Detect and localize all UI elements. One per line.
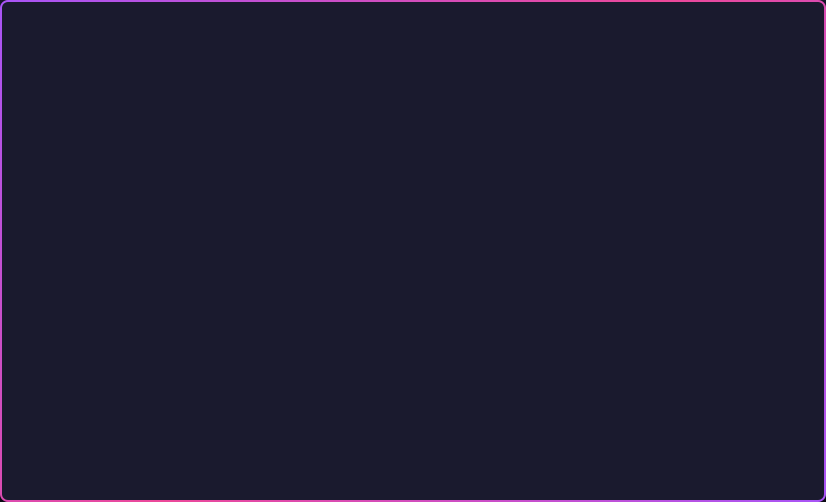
dialog: Select Dubbing Parameters ✕ What's the l… bbox=[173, 90, 653, 449]
voice-avatar-nancy bbox=[209, 280, 237, 308]
voice-play-bella[interactable]: ≋ bbox=[609, 342, 617, 353]
user-button[interactable]: 👤 bbox=[698, 7, 723, 28]
buy-now-label: Buy Now bbox=[587, 12, 631, 24]
refresh-button[interactable]: ↺ bbox=[673, 7, 693, 28]
language-field-label: What's the language of this title? bbox=[198, 148, 628, 163]
close-button[interactable]: ✕ bbox=[794, 7, 814, 28]
title-bar-left: doproj bbox=[12, 10, 52, 25]
ok-button[interactable]: OK bbox=[324, 391, 399, 424]
filter-tab-all[interactable]: All bbox=[198, 241, 230, 259]
language-select[interactable]: English (US) English (UK) Spanish French… bbox=[198, 169, 628, 202]
filter-tab-news[interactable]: News bbox=[409, 241, 457, 259]
voice-name-label: Voice Name: bbox=[198, 218, 628, 233]
voice-avatar-bob bbox=[323, 280, 351, 308]
voice-name-alex: Alex bbox=[465, 341, 495, 355]
app-logo: doproj bbox=[12, 10, 52, 25]
language-select-wrapper: English (US) English (UK) Spanish French… bbox=[198, 169, 628, 202]
voice-avatar-dave bbox=[431, 280, 459, 308]
separator: | bbox=[730, 9, 742, 27]
voice-play-bob[interactable]: ≋ bbox=[392, 288, 400, 299]
buy-now-icon: 🛒 bbox=[569, 11, 583, 24]
voice-card-alex[interactable]: Alex ≋ bbox=[420, 325, 520, 371]
voice-play-alex[interactable]: ≋ bbox=[501, 342, 509, 353]
modal-overlay: Select Dubbing Parameters ✕ What's the l… bbox=[0, 36, 826, 502]
mail-button[interactable]: ✉ bbox=[647, 7, 667, 28]
minimize-button[interactable]: ─ bbox=[748, 8, 766, 28]
voice-card-bella[interactable]: Bella ≋ bbox=[528, 325, 628, 371]
title-bar: doproj 🛒 Buy Now ✉ ↺ 👤 | ─ □ ✕ bbox=[0, 0, 826, 36]
cancel-button[interactable]: Cancel bbox=[411, 391, 501, 424]
voice-avatar-lili bbox=[539, 280, 567, 308]
voice-name-lili: Lili bbox=[573, 287, 603, 301]
voice-name-james: James bbox=[243, 341, 278, 355]
voice-card-dave[interactable]: Dave ≋ bbox=[420, 271, 520, 317]
voice-avatar-bella bbox=[539, 334, 567, 362]
voice-name-dave: Dave bbox=[465, 287, 495, 301]
voice-play-dave[interactable]: ≋ bbox=[501, 288, 509, 299]
maximize-button[interactable]: □ bbox=[772, 8, 788, 28]
voice-avatar-james bbox=[209, 334, 237, 362]
voice-avatar-alex bbox=[431, 334, 459, 362]
voice-name-bella: Bella bbox=[573, 341, 603, 355]
dialog-close-button[interactable]: ✕ bbox=[623, 107, 636, 127]
voice-play-james[interactable]: ≋ bbox=[284, 342, 292, 353]
voice-play-nancy[interactable]: ≋ bbox=[284, 288, 292, 299]
voice-card-bob[interactable]: Bob ≋ bbox=[312, 271, 412, 317]
voice-card-nancy[interactable]: Nancy ≋ bbox=[198, 271, 304, 317]
main-area: ↑ Export Subtitle Auto subitles ← Text S… bbox=[0, 36, 826, 502]
voice-card-mike[interactable]: Mike ≋ bbox=[312, 325, 412, 371]
voice-filter-tabs: All Educational Social Media News Narrat… bbox=[198, 241, 628, 259]
voice-name-bob: Bob bbox=[357, 287, 387, 301]
title-bar-right: 🛒 Buy Now ✉ ↺ 👤 | ─ □ ✕ bbox=[559, 7, 814, 28]
voice-name-mike: Mike bbox=[357, 341, 387, 355]
dialog-buttons: OK Cancel bbox=[198, 391, 628, 424]
voice-play-mike[interactable]: ≋ bbox=[392, 342, 400, 353]
filter-tab-educational[interactable]: Educational bbox=[236, 241, 314, 259]
voice-card-james[interactable]: James ≋ bbox=[198, 325, 304, 371]
voice-card-lili[interactable]: Lili ≋ bbox=[528, 271, 628, 317]
voice-name-nancy: Nancy bbox=[243, 287, 278, 301]
voice-play-lili[interactable]: ≋ bbox=[609, 288, 617, 299]
dialog-title: Select Dubbing Parameters bbox=[198, 115, 628, 132]
buy-now-button[interactable]: 🛒 Buy Now bbox=[559, 8, 641, 27]
voice-avatar-mike bbox=[323, 334, 351, 362]
filter-tab-narration[interactable]: Narration bbox=[462, 241, 527, 259]
filter-tab-social-media[interactable]: Social Media bbox=[320, 241, 403, 259]
voice-grid: Nancy ≋ Bob ≋ Dave ≋ bbox=[198, 271, 628, 371]
